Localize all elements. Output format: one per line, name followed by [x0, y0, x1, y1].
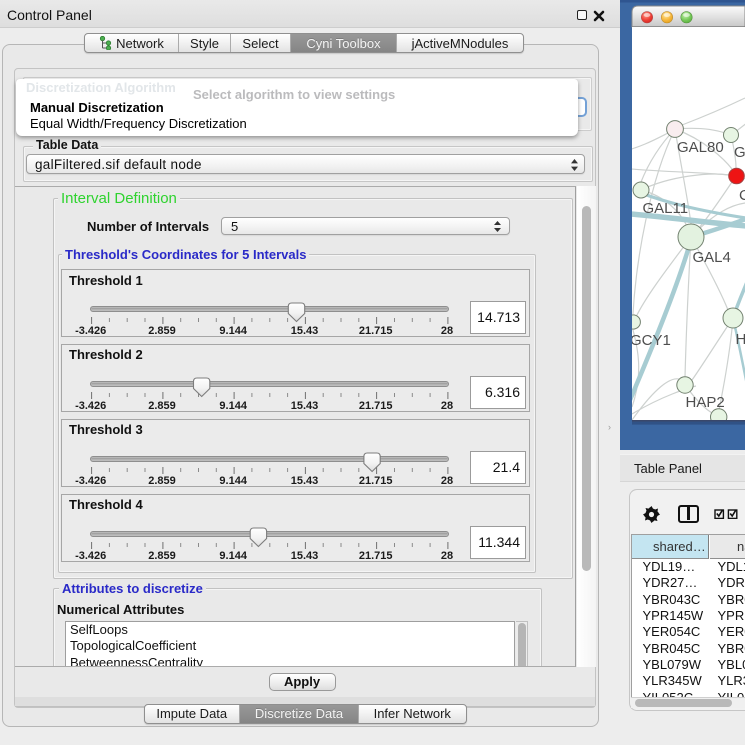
svg-text:GAL11: GAL11	[643, 200, 689, 217]
svg-text:GCY1: GCY1	[630, 332, 671, 349]
svg-text:C: C	[739, 187, 745, 204]
svg-text:GAL80: GAL80	[677, 139, 724, 156]
svg-text:H: H	[736, 331, 745, 348]
svg-text:HAP2: HAP2	[686, 394, 725, 411]
svg-text:GAL4: GAL4	[693, 249, 731, 266]
svg-text:GA: GA	[734, 144, 745, 161]
